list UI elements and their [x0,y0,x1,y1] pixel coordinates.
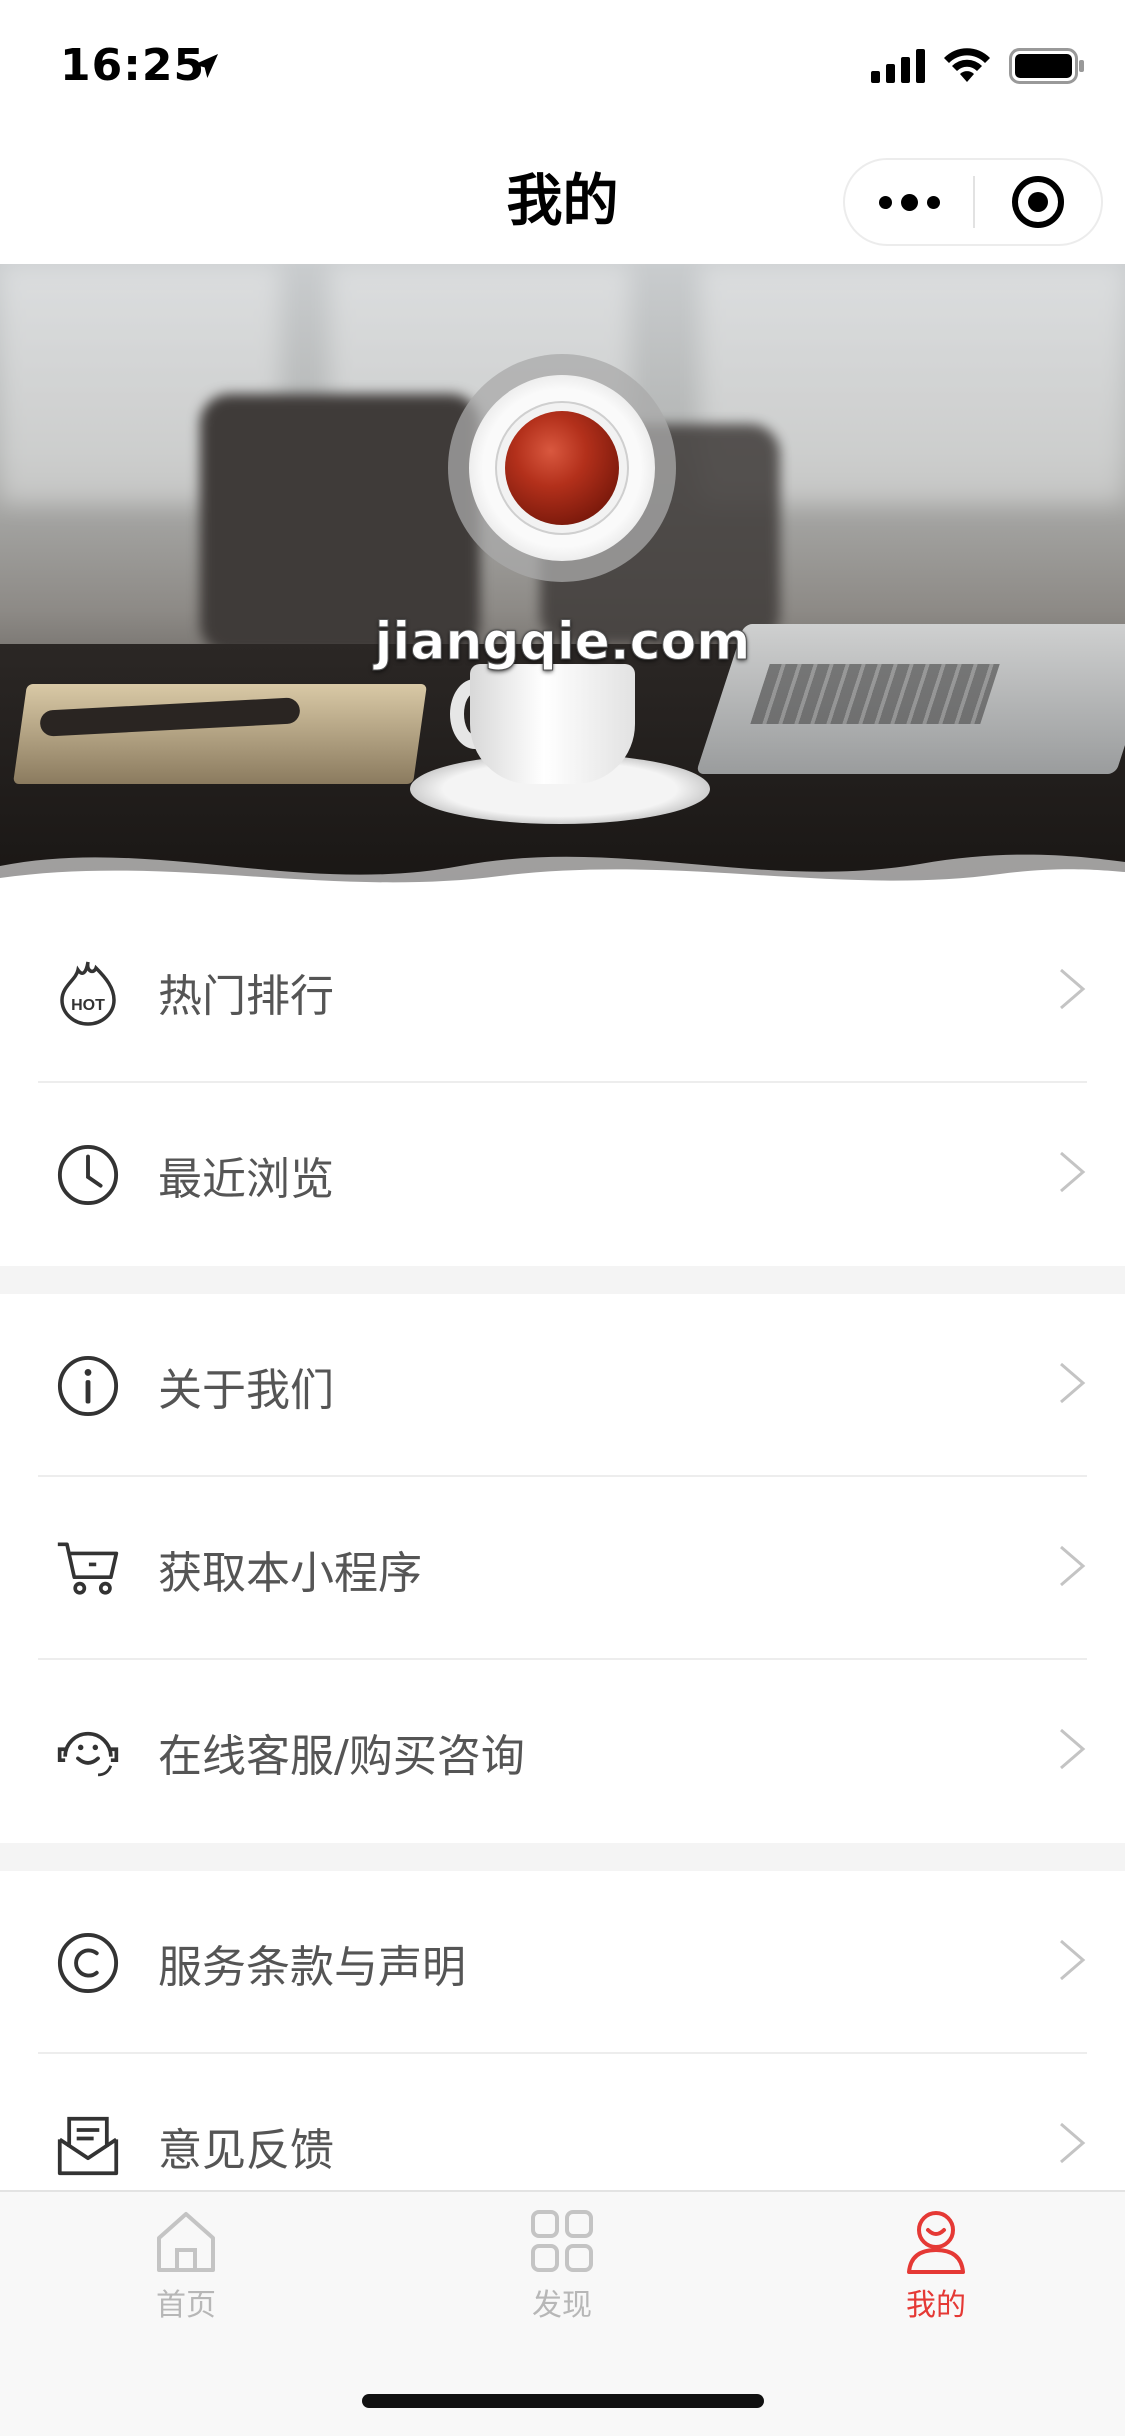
cellular-signal-icon [871,49,925,83]
target-close-icon[interactable] [975,160,1101,244]
menu-item-get-mini-program[interactable]: 获取本小程序 [0,1477,1125,1660]
menu-group-1: HOT 热门排行 最近浏览 [0,900,1125,1266]
chevron-right-icon [1060,2122,1086,2164]
menu-item-label: 在线客服/购买咨询 [158,1730,525,1782]
menu-group-3: 服务条款与声明 意见反馈 [0,1871,1125,2237]
tab-discover[interactable]: 发现 [462,2206,662,2324]
grid-icon [531,2210,593,2272]
menu-item-label: 意见反馈 [158,2124,334,2176]
chevron-right-icon [1060,1362,1086,1404]
tab-mine[interactable]: 我的 [836,2206,1036,2324]
cart-icon [56,1537,120,1601]
home-icon [157,2212,215,2272]
info-icon [56,1354,120,1418]
chevron-right-icon [1060,1728,1086,1770]
copyright-icon [56,1931,120,1995]
mini-program-capsule [843,158,1103,246]
menu-item-about-us[interactable]: 关于我们 [0,1294,1125,1477]
home-indicator [362,2394,764,2408]
tab-label: 我的 [906,2288,966,2323]
tab-home[interactable]: 首页 [86,2206,286,2324]
section-gap [0,1843,1125,1871]
svg-text:HOT: HOT [71,997,105,1014]
more-dots-icon[interactable] [845,160,973,244]
status-icons [871,48,1085,84]
tea-cup-avatar [469,375,655,561]
menu-item-label: 服务条款与声明 [158,1941,466,1993]
clock-icon [56,1143,120,1207]
chevron-right-icon [1060,1545,1086,1587]
avatar[interactable] [448,354,676,582]
site-name: jiangqie.com [374,612,751,673]
nav-bar: 我的 [0,132,1125,264]
chevron-right-icon [1060,968,1086,1010]
user-icon [907,2211,965,2274]
status-time: 16:25 [60,40,206,91]
menu-item-label: 关于我们 [158,1364,334,1416]
wifi-icon [944,48,990,82]
menu-item-recent-views[interactable]: 最近浏览 [0,1083,1125,1266]
tab-label: 发现 [532,2288,592,2323]
menu-item-terms[interactable]: 服务条款与声明 [0,1871,1125,2054]
menu-item-hot-ranking[interactable]: HOT 热门排行 [0,900,1125,1083]
menu-item-customer-service[interactable]: 在线客服/购买咨询 [0,1660,1125,1843]
feedback-mail-icon [56,2114,120,2178]
menu-item-label: 热门排行 [158,970,334,1022]
menu-item-label: 获取本小程序 [158,1547,422,1599]
chevron-right-icon [1060,1151,1086,1193]
battery-icon [1009,48,1084,84]
location-arrow-icon [194,54,218,78]
menu-group-2: 关于我们 获取本小程序 在线客服/购买咨询 [0,1294,1125,1843]
menu-item-label: 最近浏览 [158,1153,334,1205]
tab-label: 首页 [156,2288,216,2323]
customer-service-icon [56,1720,120,1784]
chevron-right-icon [1060,1939,1086,1981]
hot-flame-icon: HOT [56,960,120,1026]
section-gap [0,1266,1125,1294]
status-bar: 16:25 [0,0,1125,132]
